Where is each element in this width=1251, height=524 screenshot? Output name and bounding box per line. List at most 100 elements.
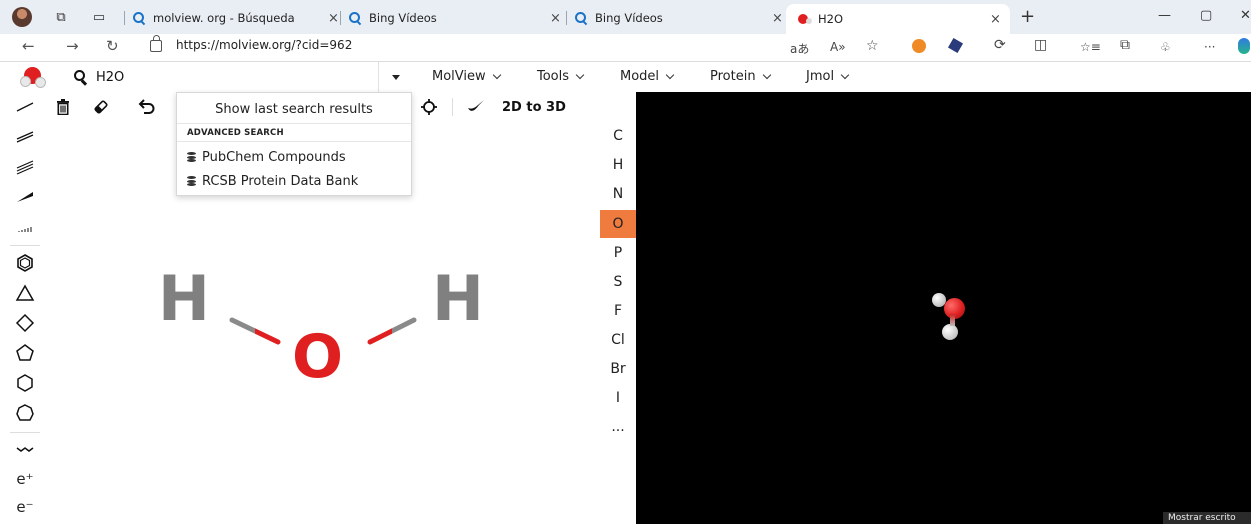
split-screen-icon[interactable]: ◫ (1034, 37, 1047, 53)
trash-icon[interactable] (54, 98, 72, 116)
tab-title: molview. org - Búsqueda (153, 11, 295, 25)
cyclohexane-icon[interactable] (14, 372, 36, 394)
element-p[interactable]: P (600, 239, 636, 267)
clean-brush-icon[interactable] (466, 98, 486, 116)
copilot-icon[interactable] (1238, 38, 1250, 54)
search-icon (348, 11, 362, 25)
read-aloud-icon[interactable]: A» (830, 40, 846, 54)
undo-icon[interactable] (138, 98, 156, 116)
charge-plus-button[interactable]: e⁺ (14, 468, 36, 490)
3d-viewer-canvas[interactable] (636, 92, 1251, 524)
advanced-search-heading: ADVANCED SEARCH (187, 128, 284, 138)
database-icon (187, 152, 196, 162)
favorites-icon[interactable]: ☆≡ (1080, 40, 1101, 54)
new-tab-button[interactable]: + (1020, 6, 1035, 27)
taskbar-tooltip: Mostrar escrito (1163, 512, 1251, 524)
single-bond-icon[interactable] (14, 96, 36, 118)
refresh-icon[interactable]: ↻ (106, 37, 119, 55)
tab-actions-icon[interactable]: ▭ (90, 8, 108, 26)
profile-avatar[interactable] (12, 7, 32, 27)
tab-title: H2O (818, 12, 844, 26)
center-target-icon[interactable] (420, 98, 438, 116)
close-tab-icon[interactable]: × (550, 11, 561, 26)
menu-jmol[interactable]: Jmol (806, 69, 850, 84)
url-text: https://molview.org/?cid=962 (176, 38, 353, 52)
triple-bond-icon[interactable] (14, 156, 36, 178)
search-dropdown-caret-button[interactable] (378, 62, 412, 92)
workspaces-icon[interactable]: ⧉ (52, 8, 70, 26)
chevron-down-icon (762, 70, 771, 79)
more-menu-icon[interactable]: ··· (1204, 40, 1215, 54)
rcsb-protein-data-bank-item[interactable]: RCSB Protein Data Bank (177, 171, 411, 191)
close-window-button[interactable]: ✕ (1240, 8, 1251, 23)
eraser-icon[interactable] (92, 98, 110, 116)
search-box (74, 66, 414, 88)
translate-icon[interactable]: aあ (790, 40, 809, 57)
cyclopentane-icon[interactable] (14, 342, 36, 364)
search-icon (574, 11, 588, 25)
browser-navbar: ← → ↻ https://molview.org/?cid=962 aあ A»… (0, 34, 1251, 62)
back-arrow-icon[interactable]: ← (22, 37, 35, 55)
close-tab-icon[interactable]: × (772, 11, 783, 26)
element-more[interactable]: ... (600, 413, 636, 441)
benzene-ring-icon[interactable] (14, 252, 36, 274)
hash-bond-icon[interactable] (14, 216, 36, 238)
menu-molview[interactable]: MolView (432, 69, 501, 84)
close-tab-icon[interactable]: × (328, 11, 339, 26)
favorite-star-icon[interactable]: ☆ (866, 38, 879, 54)
2d-to-3d-button[interactable]: 2D to 3D (502, 98, 566, 116)
element-h[interactable]: H (600, 151, 636, 179)
pubchem-compounds-item[interactable]: PubChem Compounds (177, 147, 411, 167)
tab-bing-videos-2[interactable]: Bing Vídeos × (566, 4, 788, 32)
performance-icon[interactable]: ♧ (1160, 40, 1171, 54)
element-br[interactable]: Br (600, 355, 636, 383)
database-icon (187, 176, 196, 186)
minimize-button[interactable]: — (1158, 8, 1171, 23)
hydrogen-atom-3d (942, 324, 958, 340)
tab-title: Bing Vídeos (369, 11, 437, 25)
tab-molview-search[interactable]: molview. org - Búsqueda × (124, 4, 344, 32)
extensions-puzzle-icon[interactable]: ⟳ (994, 37, 1006, 53)
extension-orange-icon[interactable] (912, 39, 926, 53)
charge-minus-button[interactable]: e⁻ (14, 496, 36, 518)
browser-tab-strip: ⧉ ▭ molview. org - Búsqueda × Bing Vídeo… (0, 0, 1251, 34)
molview-logo[interactable] (20, 66, 46, 88)
element-c[interactable]: C (600, 122, 636, 150)
bond-3d (950, 314, 955, 326)
collections-icon[interactable]: ⧉ (1120, 37, 1130, 53)
chevron-down-icon (840, 70, 850, 79)
element-o[interactable]: O (600, 210, 636, 238)
search-icon[interactable] (74, 70, 88, 84)
sketcher-left-toolbar: e⁺ e⁻ (0, 92, 48, 524)
element-f[interactable]: F (600, 297, 636, 325)
search-dropdown: Show last search results ADVANCED SEARCH… (176, 92, 412, 196)
lock-icon (150, 35, 162, 52)
search-icon (132, 11, 146, 25)
cycloheptane-icon[interactable] (14, 402, 36, 424)
show-last-results-item[interactable]: Show last search results (177, 98, 411, 120)
menu-protein[interactable]: Protein (710, 69, 771, 84)
double-bond-icon[interactable] (14, 126, 36, 148)
restore-button[interactable]: ▢ (1200, 8, 1212, 23)
cyclopropane-icon[interactable] (14, 282, 36, 304)
element-cl[interactable]: Cl (600, 326, 636, 354)
tab-h2o[interactable]: H2O × (786, 4, 1010, 34)
search-input[interactable] (96, 69, 356, 85)
extension-hex-icon[interactable] (947, 37, 964, 54)
tab-title: Bing Vídeos (595, 11, 663, 25)
element-i[interactable]: I (600, 384, 636, 412)
forward-arrow-icon[interactable]: → (66, 37, 79, 55)
chevron-down-icon (492, 70, 501, 79)
wedge-bond-icon[interactable] (14, 186, 36, 208)
chevron-down-icon (575, 70, 585, 79)
chain-icon[interactable] (14, 438, 36, 460)
tab-bing-videos-1[interactable]: Bing Vídeos × (340, 4, 564, 32)
menu-tools[interactable]: Tools (537, 69, 585, 84)
cyclobutane-icon[interactable] (14, 312, 36, 334)
chevron-down-icon (665, 70, 675, 79)
close-tab-icon[interactable]: × (990, 12, 1001, 27)
menu-model[interactable]: Model (620, 69, 675, 84)
address-bar[interactable]: https://molview.org/?cid=962 (150, 35, 353, 52)
element-s[interactable]: S (600, 268, 636, 296)
element-n[interactable]: N (600, 180, 636, 208)
